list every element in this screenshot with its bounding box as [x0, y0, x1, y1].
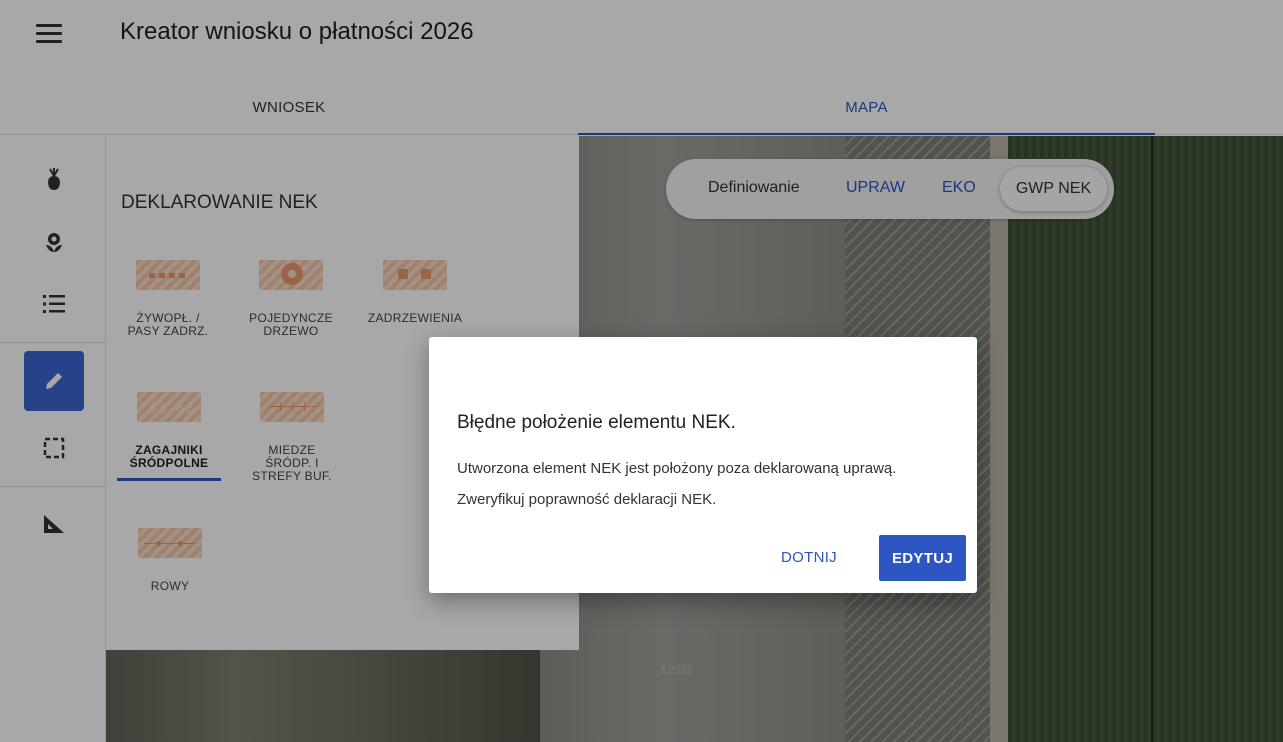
edytuj-button[interactable]: EDYTUJ — [879, 535, 966, 581]
dotnij-button[interactable]: DOTNIJ — [781, 549, 837, 566]
error-dialog: Błędne położenie elementu NEK. Utworzona… — [429, 337, 977, 593]
dialog-title: Błędne położenie elementu NEK. — [457, 412, 736, 433]
dialog-message: Utworzona element NEK jest położony poza… — [457, 460, 897, 477]
dialog-message: Zweryfikuj poprawność deklaracji NEK. — [457, 491, 717, 508]
